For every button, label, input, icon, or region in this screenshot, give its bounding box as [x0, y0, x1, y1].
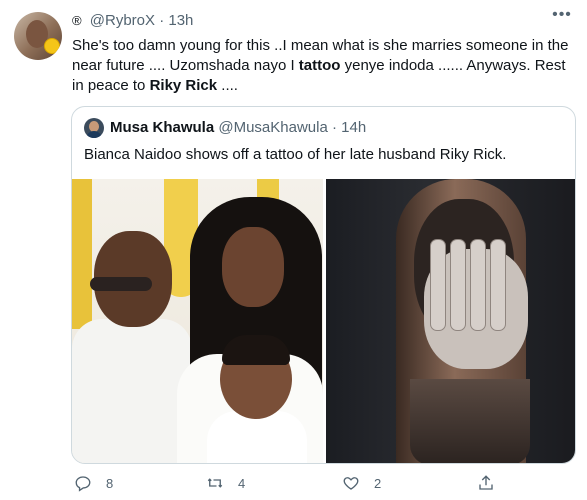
- like-button[interactable]: 2: [342, 474, 381, 492]
- registered-icon: ®: [72, 13, 82, 28]
- author-avatar[interactable]: [14, 12, 62, 60]
- tweet-text-bold2: Riky Rick: [149, 77, 218, 94]
- tattoo-finger: [490, 239, 506, 331]
- tattoo-finger: [470, 239, 486, 331]
- retweet-button[interactable]: 4: [206, 474, 245, 492]
- action-bar: 8 4 2: [72, 474, 572, 494]
- reply-button[interactable]: 8: [74, 474, 113, 492]
- reply-count: 8: [106, 475, 114, 491]
- share-button[interactable]: [477, 474, 495, 492]
- quoted-name[interactable]: Musa Khawula: [110, 119, 214, 136]
- tattoo-lower: [410, 379, 530, 463]
- like-icon: [343, 477, 359, 490]
- reply-icon: [75, 476, 91, 492]
- retweet-icon: [207, 478, 223, 488]
- share-icon: [479, 475, 493, 490]
- quoted-tweet[interactable]: Musa Khawula @MusaKhawula · 14h Bianca N…: [71, 106, 576, 464]
- quoted-avatar-shoulders: [86, 131, 102, 138]
- tweet-text: She's too damn young for this ..I mean w…: [72, 36, 572, 96]
- family-photo[interactable]: [72, 179, 323, 463]
- quoted-separator: ·: [331, 119, 337, 136]
- retweet-count: 4: [238, 475, 246, 491]
- tweet-time[interactable]: 13h: [168, 12, 193, 29]
- tweet[interactable]: ® @RybroX · 13h ••• She's too damn young…: [0, 0, 587, 500]
- photo-man-body: [72, 319, 192, 463]
- tweet-header: ® @RybroX · 13h: [72, 12, 193, 29]
- photo-sunglasses: [90, 277, 152, 291]
- photo-woman-face: [222, 227, 284, 307]
- photo-child-hair: [222, 335, 290, 365]
- photo-decor: [72, 179, 92, 329]
- author-handle[interactable]: @RybroX: [90, 12, 155, 29]
- tweet-text-bold1: tattoo: [298, 57, 341, 74]
- tweet-text-part3: ....: [217, 77, 238, 94]
- separator: ·: [159, 12, 165, 29]
- avatar-emoji-icon: [44, 38, 60, 54]
- tattoo-finger: [430, 239, 446, 331]
- quoted-avatar[interactable]: [84, 118, 104, 138]
- tattoo-finger: [450, 239, 466, 331]
- like-count: 2: [374, 475, 382, 491]
- tattoo-photo[interactable]: [326, 179, 575, 463]
- quoted-time[interactable]: 14h: [341, 119, 366, 136]
- quoted-header: Musa Khawula @MusaKhawula · 14h: [110, 119, 366, 136]
- quoted-text: Bianca Naidoo shows off a tattoo of her …: [84, 146, 507, 163]
- quoted-handle[interactable]: @MusaKhawula: [218, 119, 327, 136]
- more-icon[interactable]: •••: [548, 6, 576, 28]
